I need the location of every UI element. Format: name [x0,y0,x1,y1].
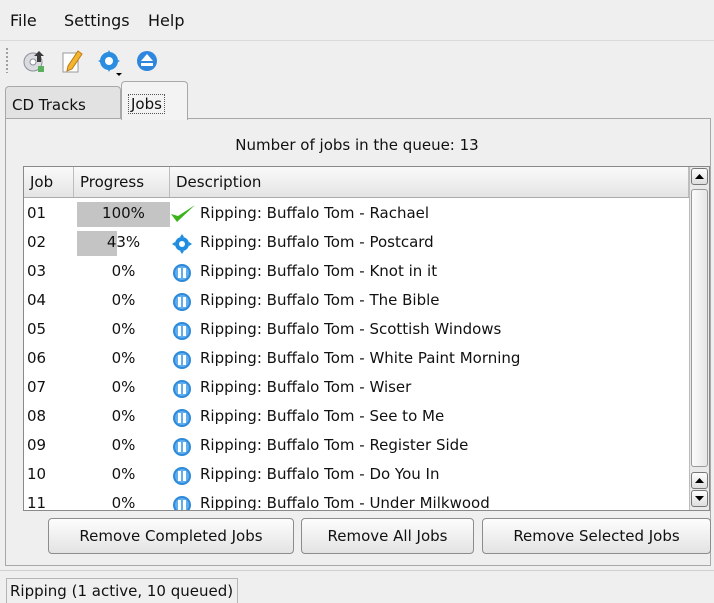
scrollbar-thumb[interactable] [691,189,708,467]
edit-icon[interactable] [60,48,86,74]
remove-all-jobs-button[interactable]: Remove All Jobs [301,518,474,554]
queued-pause-icon [172,350,191,369]
check-icon [170,204,195,222]
running-gear-icon [172,234,192,254]
configure-icon[interactable] [96,48,122,76]
table-header: Job Progress Description [24,167,689,198]
toolbar-grip[interactable] [5,47,9,73]
table-row[interactable]: 09 0% Ripping: Buffalo Tom - Register Side [24,431,689,460]
tab-bar: CD Tracks Jobs [0,80,714,120]
column-header-description[interactable]: Description [170,167,689,197]
progress-value: 0% [111,436,136,454]
tab-cd-tracks[interactable]: CD Tracks [5,86,121,119]
remove-completed-jobs-button[interactable]: Remove Completed Jobs [48,518,294,554]
job-description: Ripping: Buffalo Tom - White Paint Morni… [200,349,521,367]
job-description: Ripping: Buffalo Tom - Under Milkwood [200,494,490,511]
job-description: Ripping: Buffalo Tom - Register Side [200,436,469,454]
job-number: 04 [27,291,47,309]
jobs-table[interactable]: Job Progress Description 01 100% Ripping: … [23,166,710,511]
job-description: Ripping: Buffalo Tom - Knot in it [200,262,438,280]
progress-value: 0% [111,262,136,280]
tab-jobs-label: Jobs [128,94,165,114]
job-description: Ripping: Buffalo Tom - See to Me [200,407,445,425]
job-number: 09 [27,436,47,454]
queued-pause-icon [172,408,191,427]
progress-value: 100% [102,204,145,222]
status-text: Ripping (1 active, 10 queued) [6,578,239,603]
toolbar [0,40,714,79]
progress-value: 43% [106,233,141,251]
queued-pause-icon [172,292,191,311]
table-row[interactable]: 08 0% Ripping: Buffalo Tom - See to Me [24,402,689,431]
job-description: Ripping: Buffalo Tom - Do You In [200,465,440,483]
progress-value: 0% [111,465,136,483]
remove-selected-jobs-button[interactable]: Remove Selected Jobs [482,518,711,554]
menu-help[interactable]: Help [148,11,184,30]
job-number: 07 [27,378,47,396]
queued-pause-icon [172,263,191,282]
table-row[interactable]: 04 0% Ripping: Buffalo Tom - The Bible [24,286,689,315]
job-number: 02 [27,233,47,251]
table-row[interactable]: 07 0% Ripping: Buffalo Tom - Wiser [24,373,689,402]
queued-pause-icon [172,466,191,485]
table-row[interactable]: 05 0% Ripping: Buffalo Tom - Scottish Wind… [24,315,689,344]
vertical-scrollbar[interactable] [689,167,709,510]
job-number: 01 [27,204,47,222]
job-description: Ripping: Buffalo Tom - Wiser [200,378,412,396]
scroll-up-small-button[interactable] [691,472,708,489]
column-header-job[interactable]: Job [24,167,74,197]
job-number: 08 [27,407,47,425]
menu-bar: File Settings Help [0,0,714,40]
job-number: 03 [27,262,47,280]
scroll-down-button[interactable] [691,490,708,507]
progress-value: 0% [111,407,136,425]
column-header-progress[interactable]: Progress [74,167,170,197]
table-row[interactable]: 06 0% Ripping: Buffalo Tom - White Paint M… [24,344,689,373]
menu-file[interactable]: File [10,11,37,30]
queued-pause-icon [172,379,191,398]
job-number: 11 [27,494,47,511]
table-row[interactable]: 03 0% Ripping: Buffalo Tom - Knot in it [24,257,689,286]
queued-pause-icon [172,495,191,510]
queue-count-label: Number of jobs in the queue: 13 [235,136,479,154]
table-row[interactable]: 02 43% Ripping: Buffalo Tom - Postcard [24,228,689,257]
job-number: 10 [27,465,47,483]
scroll-up-button[interactable] [691,168,708,185]
add-cd-icon[interactable] [22,48,48,74]
tab-jobs[interactable]: Jobs [121,81,188,120]
progress-value: 0% [111,320,136,338]
queued-pause-icon [172,321,191,340]
job-description: Ripping: Buffalo Tom - Postcard [200,233,434,251]
queued-pause-icon [172,437,191,456]
table-row[interactable]: 01 100% Ripping: Buffalo Tom - Rachael [24,199,689,228]
table-row[interactable]: 10 0% Ripping: Buffalo Tom - Do You In [24,460,689,489]
table-row[interactable]: 11 0% Ripping: Buffalo Tom - Under Milkwoo… [24,489,689,511]
progress-value: 0% [111,494,136,511]
job-description: Ripping: Buffalo Tom - Rachael [200,204,430,222]
job-description: Ripping: Buffalo Tom - The Bible [200,291,440,309]
job-number: 06 [27,349,47,367]
menu-settings[interactable]: Settings [64,11,130,30]
tab-cd-tracks-label: CD Tracks [12,96,86,114]
progress-value: 0% [111,349,136,367]
status-bar: Ripping (1 active, 10 queued) [0,570,714,603]
job-description: Ripping: Buffalo Tom - Scottish Windows [200,320,502,338]
progress-value: 0% [111,291,136,309]
eject-icon[interactable] [134,48,160,74]
progress-value: 0% [111,378,136,396]
job-number: 05 [27,320,47,338]
